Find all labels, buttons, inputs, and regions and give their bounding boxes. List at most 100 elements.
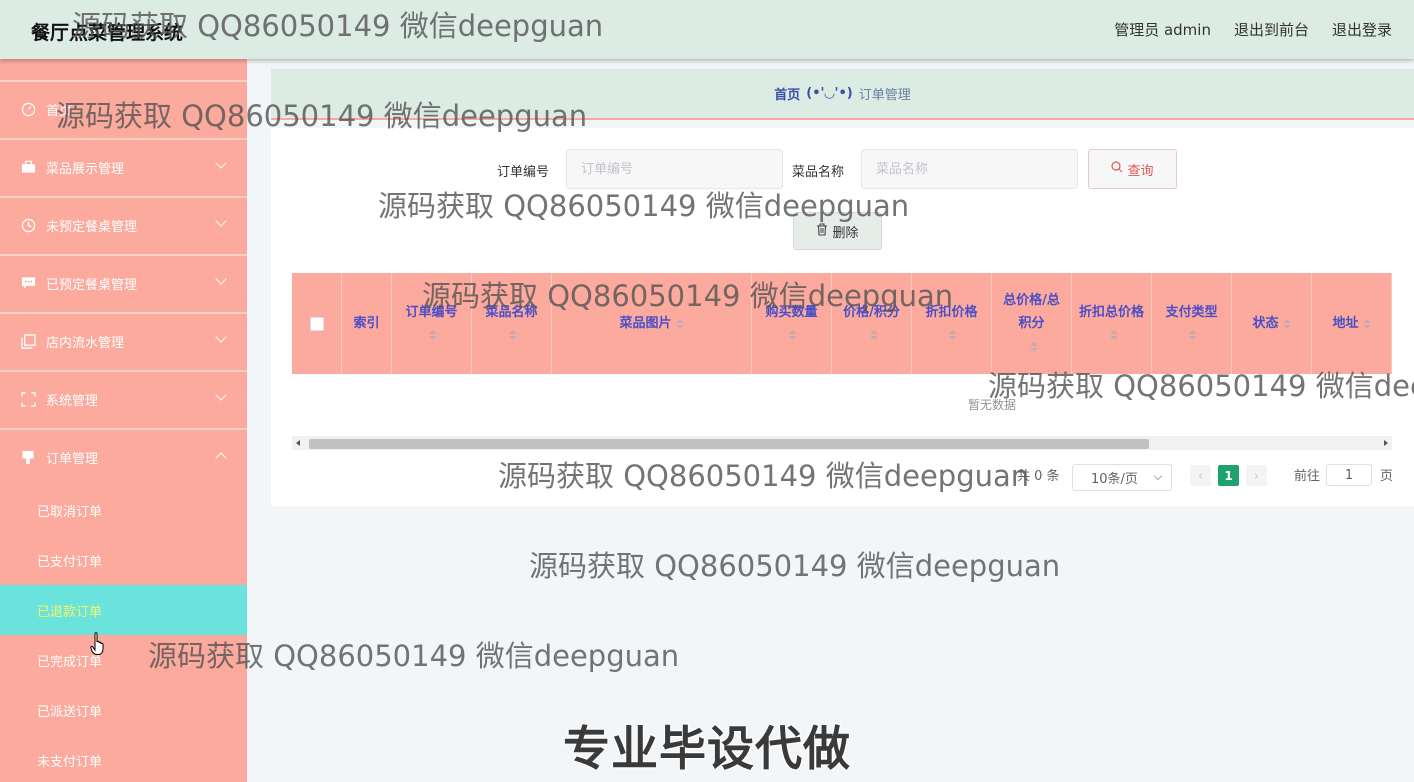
logout-link[interactable]: 退出登录: [1332, 19, 1392, 40]
sidebar-item-label: 系统管理: [46, 393, 99, 409]
column-header-label: 订单编号: [405, 304, 458, 320]
page-number-button[interactable]: 1: [1218, 465, 1239, 486]
dish-name-input[interactable]: [861, 149, 1078, 189]
sidebar-subitem-refunded-orders[interactable]: 已退款订单: [0, 585, 247, 635]
chevron-down-icon: [1153, 471, 1163, 481]
column-header-label: 折扣价格: [925, 304, 978, 320]
chevron-down-icon: [215, 331, 227, 343]
sidebar-item-booked-tables[interactable]: 已预定餐桌管理: [0, 254, 247, 310]
admin-user-label[interactable]: 管理员 admin: [1114, 19, 1211, 40]
select-all-checkbox[interactable]: [309, 316, 324, 331]
clock-icon: [20, 217, 36, 233]
sort-icon[interactable]: [1282, 318, 1291, 329]
sidebar-subitem-delivered-orders[interactable]: 已派送订单: [0, 685, 247, 735]
horizontal-scrollbar[interactable]: [292, 436, 1392, 450]
breadcrumb-home-link[interactable]: 首页: [774, 84, 800, 103]
scroll-right-icon[interactable]: [1384, 440, 1388, 446]
breadcrumb-separator: (•'◡'•): [806, 86, 853, 101]
top-header: 餐厅点菜管理系统 管理员 admin 退出到前台 退出登录: [0, 0, 1414, 59]
column-header[interactable]: 支付类型: [1152, 273, 1232, 374]
column-header-label: 菜品名称: [485, 304, 538, 320]
sort-icon[interactable]: [1189, 330, 1198, 340]
exit-to-frontend-link[interactable]: 退出到前台: [1234, 19, 1309, 40]
scroll-left-icon[interactable]: [296, 440, 300, 446]
column-header[interactable]: 价格/积分: [832, 273, 912, 374]
sort-icon[interactable]: [949, 330, 958, 340]
chevron-down-icon: [215, 215, 227, 227]
column-header-label: 总价格/总积分: [1003, 293, 1060, 331]
sidebar-item-dish-display[interactable]: 菜品展示管理: [0, 138, 247, 194]
main-panel: 订单编号 菜品名称 查询 删除 索引 订单编号 菜品名称 菜品图片 购买数量 价…: [271, 128, 1414, 506]
chat-icon: [20, 275, 36, 291]
sort-icon[interactable]: [869, 330, 878, 340]
promo-stamp: 专业毕设代做: [563, 722, 851, 777]
column-header[interactable]: 购买数量: [752, 273, 832, 374]
dish-name-label: 菜品名称: [792, 165, 845, 180]
sidebar-item-label: 订单管理: [46, 451, 99, 467]
sidebar-subitem-cancelled-orders[interactable]: 已取消订单: [0, 485, 247, 535]
sidebar-item-label: 未预定餐桌管理: [46, 219, 138, 235]
column-header[interactable]: 菜品图片: [552, 273, 752, 374]
chevron-up-icon: [215, 452, 227, 464]
query-button-label: 查询: [1127, 163, 1154, 179]
sidebar-item-home[interactable]: 首页: [0, 80, 247, 136]
sort-icon[interactable]: [1362, 318, 1371, 329]
scrollbar-thumb[interactable]: [309, 439, 1149, 449]
column-header-label: 地址: [1332, 316, 1359, 331]
next-page-button[interactable]: ›: [1246, 465, 1267, 486]
breadcrumb-current: 订单管理: [858, 88, 911, 103]
delete-button[interactable]: 删除: [793, 212, 882, 250]
prev-page-button[interactable]: ‹: [1190, 465, 1211, 486]
order-no-label: 订单编号: [497, 165, 550, 180]
column-header[interactable]: 订单编号: [392, 273, 472, 374]
column-header-label: 支付类型: [1165, 304, 1218, 320]
sidebar-item-orders[interactable]: 订单管理: [0, 428, 247, 484]
sort-icon[interactable]: [1109, 330, 1118, 340]
watermark: 源码获取 QQ86050149 微信deepguan: [529, 549, 1061, 583]
chevron-down-icon: [215, 389, 227, 401]
sort-icon[interactable]: [429, 330, 438, 340]
briefcase-icon: [20, 159, 36, 175]
column-header[interactable]: 总价格/总积分: [992, 273, 1072, 374]
trash-icon: [816, 222, 828, 240]
sort-icon[interactable]: [675, 318, 684, 329]
sidebar: 首页 菜品展示管理 未预定餐桌管理 已预定餐桌管理 店内流水管理 系统管理 订单…: [0, 59, 247, 782]
sidebar-item-label: 菜品展示管理: [46, 161, 125, 177]
chevron-down-icon: [215, 273, 227, 285]
copy-icon: [20, 333, 36, 349]
hand-cursor-icon: [90, 632, 106, 660]
column-header-label: 索引: [353, 316, 380, 331]
dashboard-icon: [20, 101, 36, 117]
breadcrumb: 首页 (•'◡'•) 订单管理: [271, 69, 1414, 120]
column-header-label: 折扣总价格: [1078, 304, 1144, 320]
order-no-input[interactable]: [566, 149, 783, 189]
column-header[interactable]: 折扣价格: [912, 273, 992, 374]
sort-icon[interactable]: [509, 330, 518, 340]
orders-table: 索引 订单编号 菜品名称 菜品图片 购买数量 价格/积分 折扣价格 总价格/总积…: [292, 273, 1392, 451]
column-header: 索引: [342, 273, 392, 374]
column-header[interactable]: 地址: [1312, 273, 1392, 374]
select-all-cell: [292, 273, 342, 374]
column-header[interactable]: 菜品名称: [472, 273, 552, 374]
sort-icon[interactable]: [1029, 341, 1038, 352]
search-icon: [1111, 161, 1123, 177]
page-size-value: 10条/页: [1091, 472, 1138, 487]
delete-button-label: 删除: [832, 225, 859, 241]
column-header[interactable]: 状态: [1232, 273, 1312, 374]
sort-icon[interactable]: [789, 330, 798, 340]
page-size-select[interactable]: 10条/页: [1072, 464, 1172, 491]
sidebar-subitem-paid-orders[interactable]: 已支付订单: [0, 535, 247, 585]
empty-state-text: 暂无数据: [967, 398, 1016, 412]
sidebar-item-system[interactable]: 系统管理: [0, 370, 247, 426]
column-header-label: 菜品图片: [619, 316, 672, 331]
sidebar-item-cash-flow[interactable]: 店内流水管理: [0, 312, 247, 368]
column-header-label: 价格/积分: [843, 304, 900, 320]
app-title: 餐厅点菜管理系统: [31, 22, 184, 44]
sidebar-subitem-completed-orders[interactable]: 已完成订单: [0, 635, 247, 685]
goto-page-input[interactable]: [1326, 464, 1372, 486]
sidebar-subitem-unpaid-orders[interactable]: 未支付订单: [0, 735, 247, 782]
column-header[interactable]: 折扣总价格: [1072, 273, 1152, 374]
query-button[interactable]: 查询: [1088, 149, 1177, 189]
sidebar-item-label: 首页: [46, 103, 73, 119]
sidebar-item-unbooked-tables[interactable]: 未预定餐桌管理: [0, 196, 247, 252]
